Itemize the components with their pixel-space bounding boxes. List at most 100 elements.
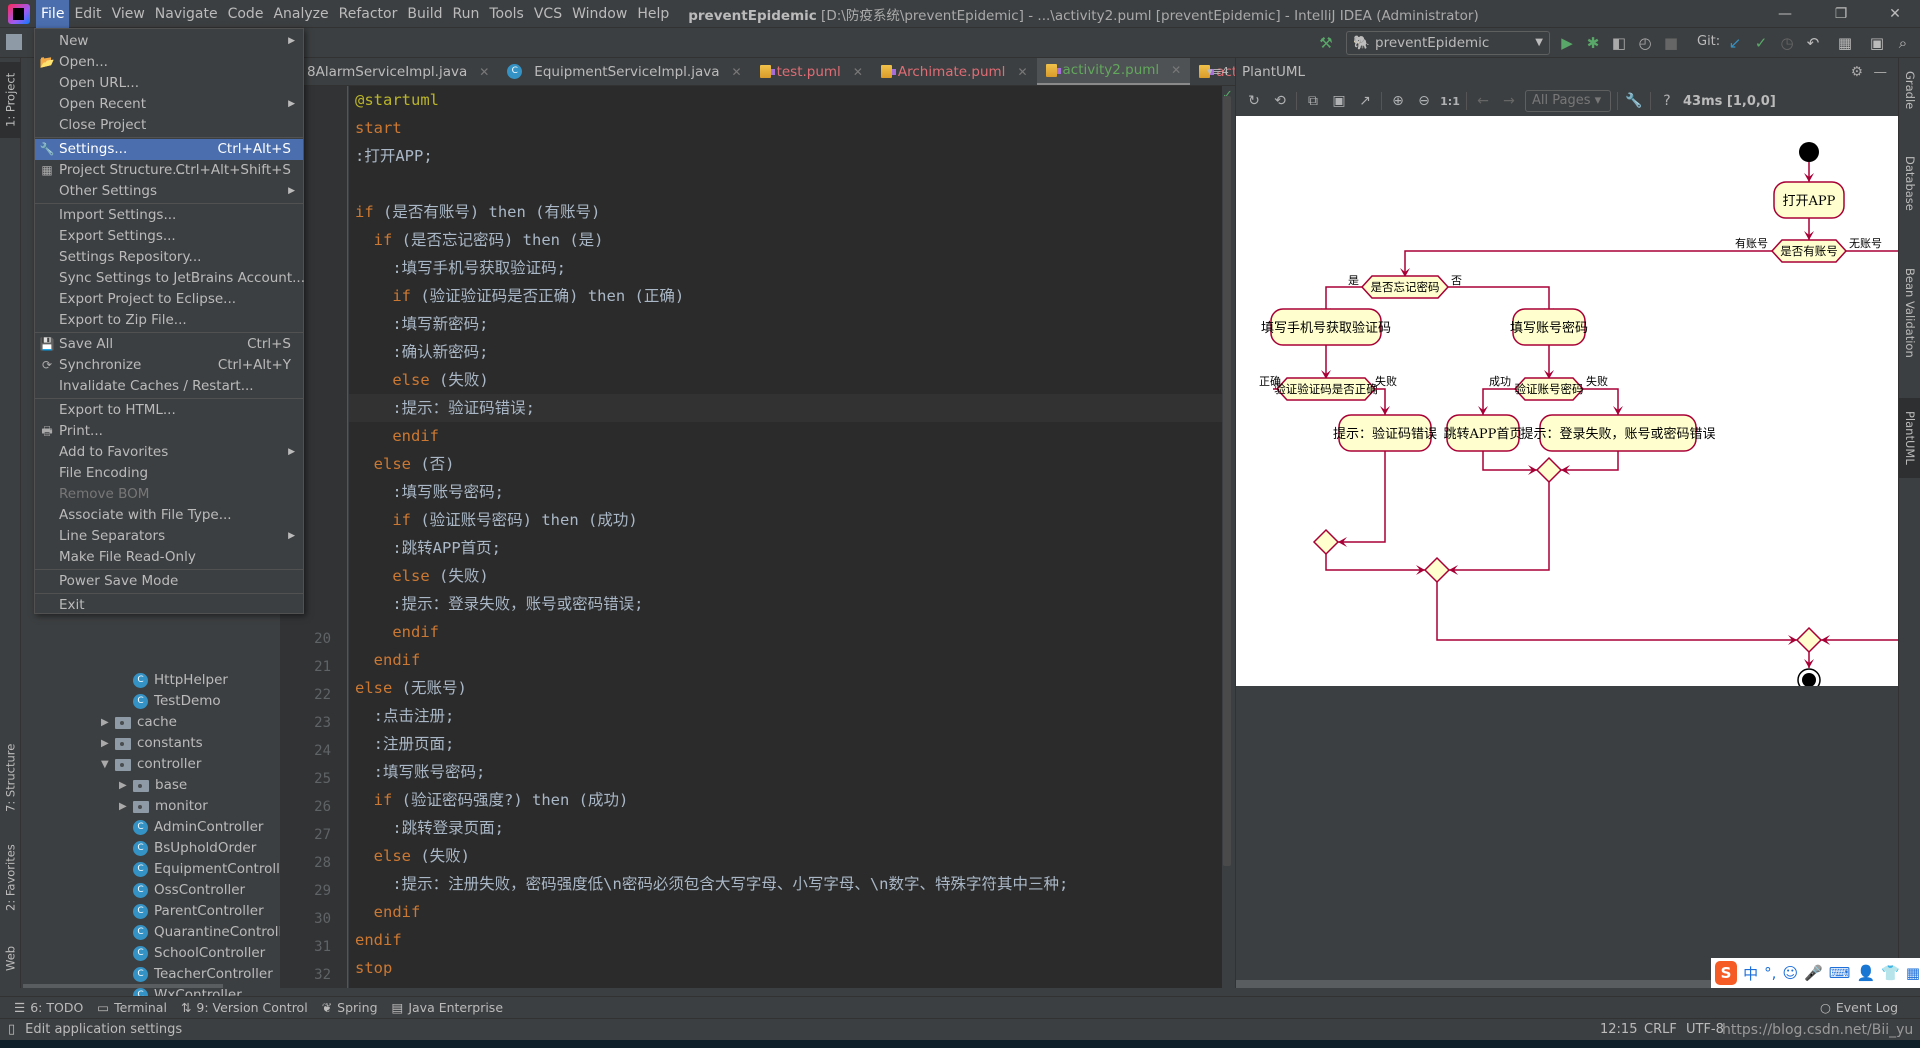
run-icon[interactable]: ▶ [1557, 33, 1577, 53]
menu-item-file-encoding[interactable]: File Encoding [35, 463, 303, 484]
menu-item-export-settings[interactable]: Export Settings... [35, 226, 303, 247]
stop-icon[interactable]: ■ [1661, 33, 1681, 53]
menu-tools[interactable]: Tools [484, 0, 529, 28]
mic-icon[interactable]: 🎤 [1804, 964, 1823, 982]
terminal-window-icon[interactable]: ▣ [1867, 33, 1887, 53]
git-update-icon[interactable]: ↙ [1725, 33, 1745, 53]
menu-item-open[interactable]: 📂 Open... [35, 52, 303, 73]
menu-item-print[interactable]: 🖶 Print... [35, 421, 303, 442]
tree-item-quarantinecontroll[interactable]: C QuarantineControll [119, 922, 282, 943]
menu-window[interactable]: Window [567, 0, 632, 28]
git-history-icon[interactable]: ◷ [1777, 33, 1797, 53]
tree-item-testdemo[interactable]: C TestDemo [119, 691, 221, 712]
plantuml-hscrollbar[interactable] [1236, 980, 1721, 988]
menu-item-associate-with-file-type[interactable]: Associate with File Type... [35, 505, 303, 526]
menu-item-export-to-html[interactable]: Export to HTML... [35, 400, 303, 421]
tool-tab-database[interactable]: Database [1899, 138, 1920, 228]
project-structure-icon[interactable]: ▦ [1835, 33, 1855, 53]
tool-todo[interactable]: ☰ 6: TODO [14, 1000, 83, 1015]
caret-position[interactable]: 12:15 [1600, 1022, 1637, 1037]
menu-item-power-save-mode[interactable]: Power Save Mode [35, 571, 303, 592]
tool-tab-gradle[interactable]: Gradle [1899, 60, 1920, 120]
menu-item-invalidate-caches-restart[interactable]: Invalidate Caches / Restart... [35, 376, 303, 397]
tree-item-admincontroller[interactable]: C AdminController [119, 817, 263, 838]
grid-icon[interactable]: ▦ [1906, 964, 1920, 982]
menu-item-project-structure[interactable]: ▦ Project Structure... Ctrl+Alt+Shift+S [35, 160, 303, 181]
tree-item-parentcontroller[interactable]: C ParentController [119, 901, 264, 922]
close-tab-icon[interactable]: ✕ [732, 58, 742, 85]
menu-view[interactable]: View [107, 0, 150, 28]
restore-button[interactable]: ❐ [1818, 0, 1864, 28]
sync-icon[interactable]: ⟲ [1270, 93, 1290, 109]
refresh-icon[interactable]: ↻ [1244, 93, 1264, 109]
pages-select[interactable]: All Pages ▾ [1525, 90, 1611, 112]
tool-tab-project[interactable]: 1: Project [0, 62, 21, 138]
status-toggle-icon[interactable]: ▯ [8, 1022, 15, 1037]
close-tab-icon[interactable]: ✕ [1017, 58, 1027, 85]
editor-vscrollbar[interactable] [1223, 96, 1231, 866]
zoom-in-icon[interactable]: ⊕ [1388, 93, 1408, 109]
menu-item-close-project[interactable]: Close Project [35, 115, 303, 136]
tree-item-monitor[interactable]: ▶ monitor [119, 796, 208, 817]
user-icon[interactable]: 👤 [1856, 964, 1875, 982]
help-icon[interactable]: ? [1657, 93, 1677, 109]
tree-item-cache[interactable]: ▶ cache [101, 712, 177, 733]
tool-tab-structure[interactable]: 7: Structure [0, 738, 21, 818]
tool-java-enterprise[interactable]: ▤ Java Enterprise [392, 1000, 504, 1015]
ime-lang[interactable]: 中 [1743, 963, 1758, 984]
code-editor[interactable]: @startuml start:打开APP; if (是否有账号) then (有账… [349, 86, 1222, 988]
menu-refactor[interactable]: Refactor [334, 0, 403, 28]
menu-item-export-to-zip-file[interactable]: Export to Zip File... [35, 310, 303, 331]
editor-tab-archimate-puml[interactable]: Archimate.puml ✕ [872, 58, 1037, 85]
menu-item-settings-repository[interactable]: Settings Repository... [35, 247, 303, 268]
menu-item-export-project-to-eclipse[interactable]: Export Project to Eclipse... [35, 289, 303, 310]
event-log-button[interactable]: ○ Event Log [1820, 1000, 1898, 1015]
tool-version-control[interactable]: ⇅ 9: Version Control [181, 1000, 308, 1015]
menu-item-settings[interactable]: 🔧 Settings... Ctrl+Alt+S [35, 139, 303, 160]
prev-page-icon[interactable]: ← [1473, 93, 1493, 109]
profile-icon[interactable]: ◴ [1635, 33, 1655, 53]
tree-item-osscontroller[interactable]: C OssController [119, 880, 245, 901]
menu-run[interactable]: Run [448, 0, 485, 28]
chevron-right-icon[interactable]: ▶ [101, 733, 115, 754]
close-tab-icon[interactable]: ✕ [1171, 58, 1181, 84]
tree-item-controller[interactable]: ▼ controller [101, 754, 201, 775]
editor-tab-test-puml[interactable]: test.puml ✕ [751, 58, 872, 85]
keyboard-icon[interactable]: ⌨ [1829, 964, 1851, 982]
ime-toolbar[interactable]: S 中 °, ☺ 🎤 ⌨ 👤 👕 ▦ [1711, 958, 1920, 988]
zoom-out-icon[interactable]: ⊖ [1414, 93, 1434, 109]
copy-icon[interactable]: ⧉ [1303, 93, 1323, 109]
tree-item-equipmentcontroll[interactable]: C EquipmentControll [119, 859, 280, 880]
tabs-overflow-button[interactable]: ▾≡4 [1207, 58, 1229, 86]
build-hammer-icon[interactable]: ⚒ [1316, 33, 1336, 53]
editor-tab-activity2-puml[interactable]: activity2.puml ✕ [1036, 58, 1191, 85]
line-separator[interactable]: CRLF [1644, 1022, 1677, 1037]
menu-item-open-url[interactable]: Open URL... [35, 73, 303, 94]
menu-item-exit[interactable]: Exit [35, 595, 303, 616]
coverage-icon[interactable]: ◧ [1609, 33, 1629, 53]
tool-tab-bean-validation[interactable]: Bean Validation [1899, 238, 1920, 388]
tool-spring[interactable]: ❦ Spring [322, 1000, 378, 1015]
emoji-icon[interactable]: ☺ [1782, 964, 1798, 982]
tool-terminal[interactable]: ▭ Terminal [97, 1000, 167, 1015]
menu-analyze[interactable]: Analyze [268, 0, 333, 28]
project-hscrollbar[interactable] [23, 984, 223, 988]
menu-help[interactable]: Help [632, 0, 674, 28]
close-button[interactable]: ✕ [1872, 0, 1918, 28]
external-icon[interactable]: ↗ [1355, 93, 1375, 109]
menu-item-save-all[interactable]: 💾 Save All Ctrl+S [35, 334, 303, 355]
save-icon[interactable]: ▣ [1329, 93, 1349, 109]
chevron-right-icon[interactable]: ▶ [101, 712, 115, 733]
minimize-button[interactable]: — [1762, 0, 1808, 28]
close-tab-icon[interactable]: ✕ [853, 58, 863, 85]
run-config-select[interactable]: 🐘 preventEpidemic [bootJar] ▼ [1346, 31, 1550, 73]
menu-vcs[interactable]: VCS [529, 0, 567, 28]
skin-icon[interactable]: 👕 [1881, 964, 1900, 982]
tree-item-constants[interactable]: ▶ constants [101, 733, 203, 754]
hide-panel-icon[interactable]: — [1874, 58, 1888, 86]
menu-item-open-recent[interactable]: Open Recent ▶ [35, 94, 303, 115]
tool-tab-plantuml[interactable]: PlantUML [1899, 398, 1920, 478]
git-commit-icon[interactable]: ✓ [1751, 33, 1771, 53]
menu-file[interactable]: File [36, 0, 70, 28]
editor-tab-8alarmserviceimpl-java[interactable]: C8AlarmServiceImpl.java✕ [280, 58, 498, 85]
